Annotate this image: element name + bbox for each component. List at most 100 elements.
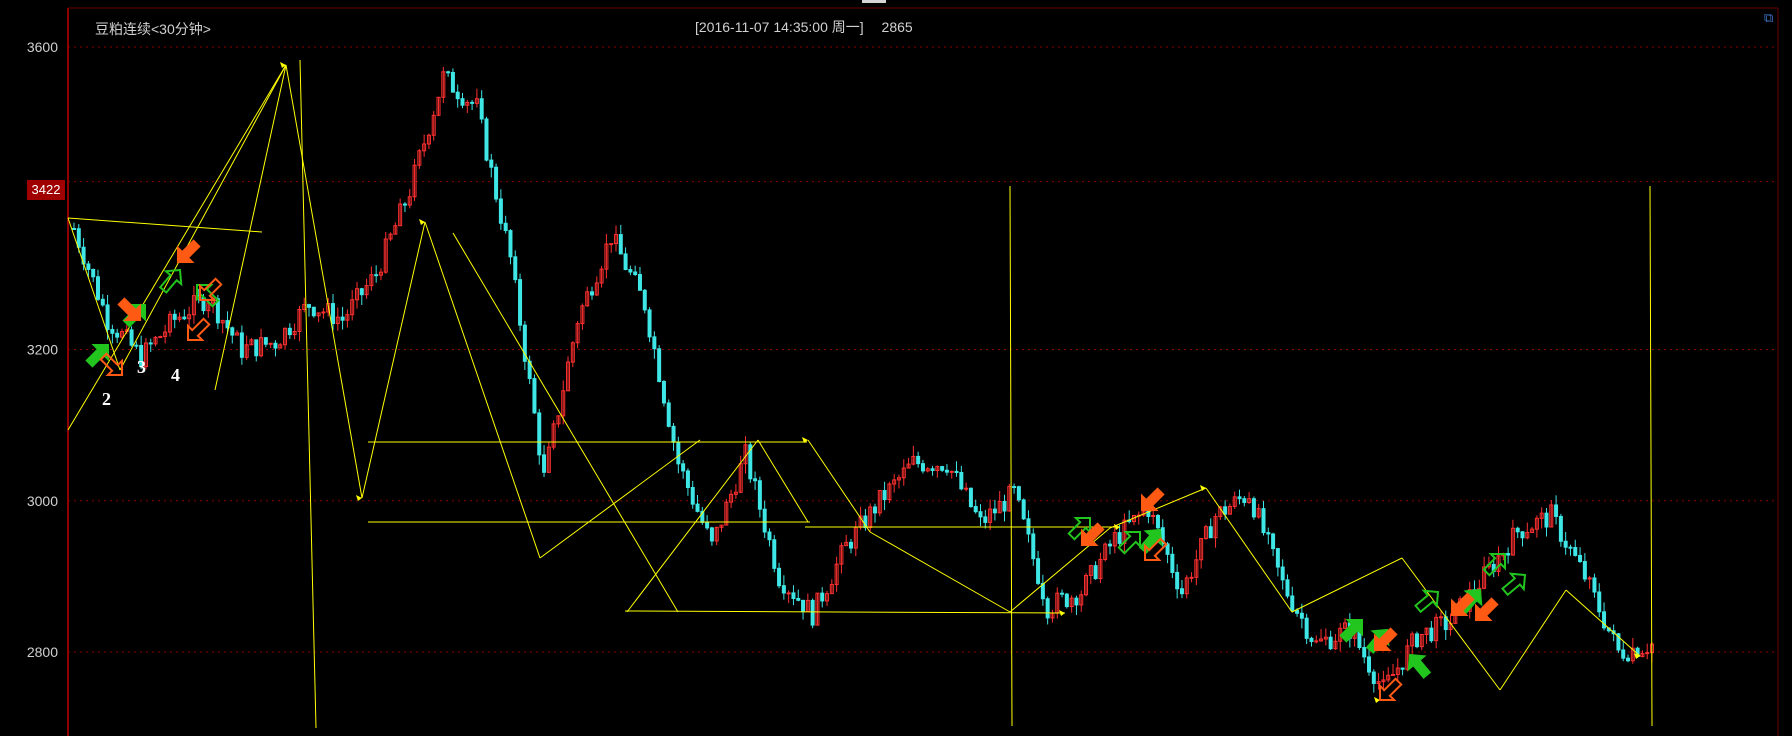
candle	[1227, 503, 1232, 515]
candle	[570, 341, 575, 368]
candle	[566, 356, 571, 392]
candle	[930, 465, 935, 476]
candle	[1362, 638, 1367, 664]
candle	[1645, 643, 1650, 660]
candle	[1592, 573, 1597, 598]
candle	[872, 503, 877, 523]
trend-line	[1009, 185, 1013, 727]
candle	[254, 339, 259, 362]
candle	[1093, 561, 1098, 580]
y-tick-label: 2800	[27, 644, 58, 660]
signal-arrow	[158, 268, 183, 294]
candle	[465, 99, 470, 113]
candle	[292, 323, 297, 340]
candle	[307, 303, 312, 317]
candle	[383, 232, 388, 274]
candle	[283, 327, 288, 350]
candle	[983, 509, 988, 529]
candle	[901, 459, 906, 486]
candle	[474, 88, 479, 108]
candle	[235, 330, 240, 336]
candle	[1280, 559, 1285, 590]
candle	[259, 328, 264, 358]
candle	[777, 562, 782, 589]
candle	[1482, 556, 1487, 590]
candle	[1424, 627, 1429, 644]
candle	[1549, 500, 1554, 528]
candle	[484, 116, 489, 162]
trend-line	[1291, 557, 1403, 613]
candle	[249, 338, 254, 346]
candle	[940, 465, 945, 472]
candle	[1314, 635, 1319, 644]
bar-datetime: [2016-11-07 14:35:00 周一]	[695, 19, 864, 35]
candle	[422, 134, 427, 157]
restore-window-icon[interactable]: ⧉	[1764, 11, 1778, 25]
candle	[167, 310, 172, 337]
candle	[263, 337, 268, 348]
chart-title: 豆粕连续<30分钟>	[95, 21, 211, 37]
y-tick-label: 3200	[27, 342, 58, 358]
candle	[1309, 636, 1314, 647]
candle	[1530, 526, 1535, 534]
candle	[786, 590, 791, 604]
candle	[1170, 546, 1175, 579]
bar-info: [2016-11-07 14:35:00 周一] 2865	[695, 17, 913, 37]
candle	[1434, 613, 1439, 649]
candle	[1554, 495, 1559, 525]
candle	[805, 593, 810, 613]
candle	[580, 303, 585, 330]
candle	[1007, 483, 1012, 512]
candle	[1438, 611, 1443, 627]
candle	[978, 504, 983, 527]
candle	[1400, 667, 1405, 676]
candle	[906, 457, 911, 469]
trend-line	[626, 439, 759, 613]
candle	[489, 153, 494, 178]
candle	[1496, 546, 1501, 577]
y-tick-label: 3600	[27, 39, 58, 55]
candle	[450, 68, 455, 93]
candle	[532, 374, 537, 414]
candle	[988, 499, 993, 531]
candle	[1069, 595, 1074, 613]
candle	[1515, 526, 1520, 539]
candle	[781, 575, 786, 600]
candle	[882, 481, 887, 510]
candle	[1558, 513, 1563, 547]
candle	[695, 494, 700, 513]
candle	[1520, 531, 1525, 547]
candle	[681, 460, 686, 479]
candle	[1563, 531, 1568, 555]
candle	[618, 224, 623, 255]
candle	[460, 92, 465, 109]
trend-line	[539, 439, 701, 559]
candle	[1626, 654, 1631, 663]
candle	[441, 66, 446, 104]
candle	[91, 268, 96, 283]
candle	[345, 309, 350, 328]
candle	[935, 465, 940, 478]
candle	[1582, 553, 1587, 582]
candle	[623, 247, 628, 271]
scroll-indicator[interactable]	[862, 0, 886, 3]
candle	[1256, 503, 1261, 519]
candle	[1534, 515, 1539, 538]
y-tick-label: 3000	[27, 493, 58, 509]
candle	[762, 500, 767, 539]
trend-line	[869, 531, 1011, 613]
candle	[1247, 492, 1252, 504]
candle	[1367, 648, 1372, 676]
candle	[470, 99, 475, 111]
candle	[599, 265, 604, 288]
candle	[1319, 629, 1324, 642]
candle	[1189, 572, 1194, 583]
candle	[911, 445, 916, 466]
candle	[647, 307, 652, 343]
candle	[1343, 618, 1348, 629]
candlestick-chart[interactable]: 3600 3200 3000 2800	[0, 0, 1792, 736]
candle	[1251, 496, 1256, 520]
candle	[973, 499, 978, 514]
candle	[1544, 508, 1549, 537]
candle	[1237, 489, 1242, 505]
